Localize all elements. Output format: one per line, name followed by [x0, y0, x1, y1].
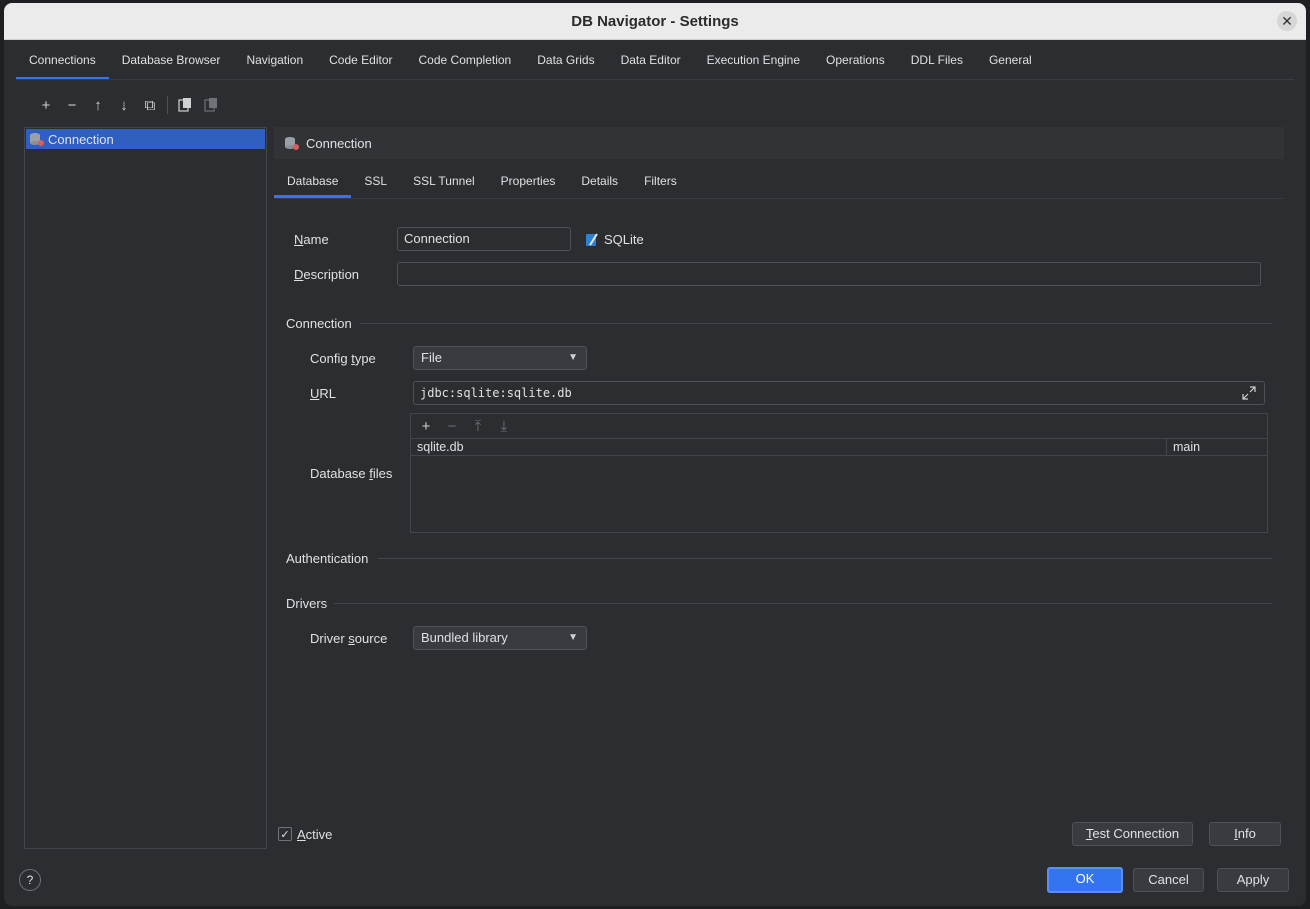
- tab-data-editor[interactable]: Data Editor: [608, 40, 694, 80]
- tab-code-completion[interactable]: Code Completion: [406, 40, 525, 80]
- database-icon: [285, 137, 299, 150]
- tab-database-browser[interactable]: Database Browser: [109, 40, 234, 80]
- apply-button[interactable]: Apply: [1217, 868, 1289, 892]
- close-icon: ✕: [1281, 13, 1293, 29]
- database-files-label: Database files: [310, 466, 393, 481]
- remove-file-button[interactable]: −: [439, 415, 465, 437]
- config-type-value: File: [421, 350, 442, 365]
- remove-connection-button[interactable]: −: [59, 94, 85, 116]
- drivers-section-title: Drivers: [286, 596, 328, 611]
- description-label: Description: [294, 267, 360, 282]
- tree-item-label: Connection: [48, 131, 114, 147]
- config-type-label: Config type: [310, 351, 376, 366]
- help-button[interactable]: ?: [19, 869, 41, 891]
- tab-ddl-files[interactable]: DDL Files: [898, 40, 976, 80]
- db-type-label: SQLite: [604, 232, 644, 247]
- close-button[interactable]: ✕: [1277, 11, 1297, 31]
- connection-details-panel: Connection Database SSL SSL Tunnel Prope…: [274, 127, 1284, 827]
- move-up-icon: ⤒: [474, 417, 482, 435]
- paste-from-clipboard-button[interactable]: [198, 94, 224, 116]
- panel-header: Connection: [274, 127, 1284, 159]
- move-down-button[interactable]: ↓: [111, 94, 137, 116]
- driver-source-select[interactable]: Bundled library ▼: [413, 626, 587, 650]
- help-icon: ?: [26, 873, 34, 887]
- ok-button[interactable]: OK: [1047, 867, 1123, 893]
- database-icon: [30, 133, 44, 146]
- tab-database[interactable]: Database: [274, 164, 352, 198]
- sqlite-icon: [586, 232, 598, 246]
- tab-navigation[interactable]: Navigation: [233, 40, 316, 80]
- name-input[interactable]: Connection: [397, 227, 571, 251]
- test-connection-button[interactable]: Test Connection: [1072, 822, 1193, 846]
- connection-sub-tabs: Database SSL SSL Tunnel Properties Detai…: [274, 164, 690, 198]
- drivers-section-line: [334, 603, 1272, 604]
- url-input[interactable]: jdbc:sqlite:sqlite.db: [413, 381, 1265, 405]
- duplicate-button[interactable]: ⧉: [137, 94, 163, 116]
- tab-filters[interactable]: Filters: [631, 164, 690, 198]
- tab-ssl[interactable]: SSL: [351, 164, 400, 198]
- connection-section-line: [360, 323, 1272, 324]
- move-file-up-button[interactable]: ⤒: [465, 415, 491, 437]
- name-label: Name: [294, 232, 329, 247]
- check-icon: ✓: [280, 828, 290, 841]
- description-input[interactable]: [397, 262, 1261, 286]
- panel-title: Connection: [306, 135, 372, 151]
- connections-tree[interactable]: Connection: [24, 127, 267, 849]
- arrow-up-icon: ↑: [94, 96, 102, 114]
- tab-properties[interactable]: Properties: [488, 164, 569, 198]
- url-label: URL: [310, 386, 337, 401]
- plus-icon: +: [41, 96, 51, 114]
- tree-item-connection[interactable]: Connection: [26, 129, 265, 149]
- window-title: DB Navigator - Settings: [571, 13, 739, 30]
- tab-ssl-tunnel[interactable]: SSL Tunnel: [400, 164, 488, 198]
- tab-data-grids[interactable]: Data Grids: [524, 40, 607, 80]
- minus-icon: −: [67, 96, 77, 114]
- sub-tabs-divider: [274, 198, 1284, 199]
- chevron-down-icon: ▼: [568, 632, 578, 643]
- database-files-table: + − ⤒ ⤓ sqlite.db main: [410, 413, 1268, 533]
- info-button[interactable]: Info: [1209, 822, 1281, 846]
- table-row[interactable]: sqlite.db main: [411, 438, 1267, 456]
- db-type-indicator: SQLite: [585, 232, 644, 247]
- driver-source-value: Bundled library: [421, 630, 508, 645]
- plus-icon: +: [421, 417, 431, 435]
- active-checkbox[interactable]: ✓: [278, 827, 292, 841]
- driver-source-label: Driver source: [310, 631, 388, 646]
- add-file-button[interactable]: +: [413, 415, 439, 437]
- connection-section-title: Connection: [286, 316, 352, 331]
- clipboard-copy-icon: [178, 98, 191, 112]
- toolbar-separator: [167, 96, 168, 114]
- database-files-toolbar: + − ⤒ ⤓: [413, 415, 517, 437]
- expand-icon: [1242, 386, 1256, 400]
- minus-icon: −: [447, 417, 457, 435]
- tab-general[interactable]: General: [976, 40, 1045, 80]
- expand-url-button[interactable]: [1240, 385, 1258, 401]
- tabs-divider: [16, 79, 1294, 80]
- file-path-cell[interactable]: sqlite.db: [411, 439, 1167, 455]
- authentication-section-line: [378, 558, 1272, 559]
- tab-details[interactable]: Details: [568, 164, 631, 198]
- active-label: Active: [297, 827, 333, 842]
- chevron-down-icon: ▼: [568, 352, 578, 363]
- main-tabs: Connections Database Browser Navigation …: [16, 40, 1045, 80]
- tab-execution-engine[interactable]: Execution Engine: [694, 40, 813, 80]
- move-file-down-button[interactable]: ⤓: [491, 415, 517, 437]
- authentication-section-title: Authentication: [286, 551, 369, 566]
- tab-operations[interactable]: Operations: [813, 40, 898, 80]
- config-type-select[interactable]: File ▼: [413, 346, 587, 370]
- file-schema-cell[interactable]: main: [1167, 439, 1267, 455]
- copy-to-clipboard-button[interactable]: [172, 94, 198, 116]
- tab-code-editor[interactable]: Code Editor: [316, 40, 405, 80]
- add-connection-button[interactable]: +: [33, 94, 59, 116]
- cancel-button[interactable]: Cancel: [1133, 868, 1204, 892]
- title-bar: DB Navigator - Settings ✕: [4, 3, 1306, 40]
- move-down-icon: ⤓: [500, 417, 508, 435]
- arrow-down-icon: ↓: [120, 96, 128, 114]
- tab-connections[interactable]: Connections: [16, 40, 109, 80]
- move-up-button[interactable]: ↑: [85, 94, 111, 116]
- clipboard-paste-icon: [204, 98, 217, 112]
- settings-window: DB Navigator - Settings ✕ Connections Da…: [4, 3, 1306, 906]
- connections-toolbar: + − ↑ ↓ ⧉: [33, 94, 224, 116]
- copy-icon: ⧉: [144, 96, 156, 114]
